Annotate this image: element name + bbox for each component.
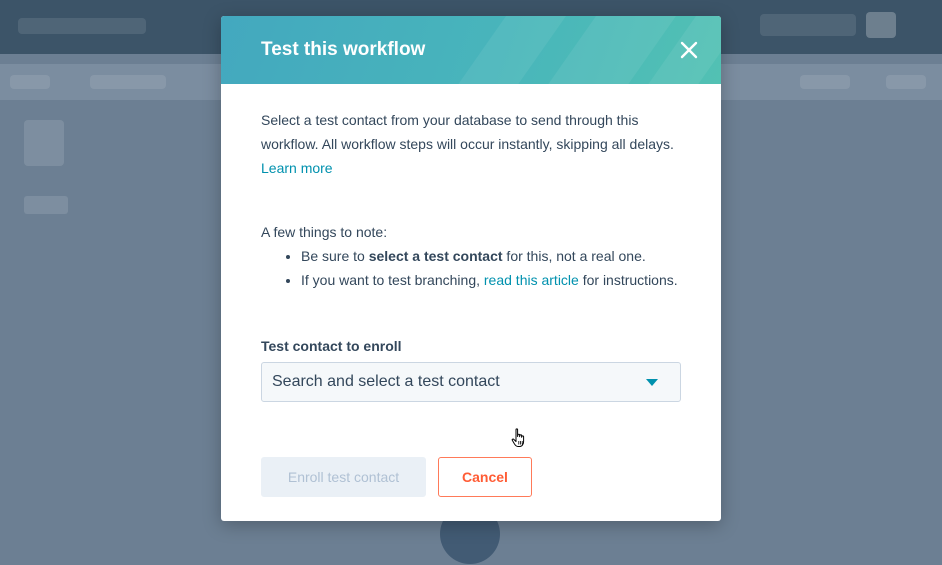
- note-item-test-contact: Be sure to select a test contact for thi…: [301, 244, 681, 268]
- background-chip: [24, 196, 68, 214]
- note-text: for this, not a real one.: [502, 248, 646, 264]
- background-toolbar-item: [886, 75, 926, 89]
- modal-header: Test this workflow: [221, 16, 721, 84]
- select-placeholder: Search and select a test contact: [272, 373, 500, 390]
- intro-paragraph: Select a test contact from your database…: [261, 108, 681, 180]
- test-contact-label: Test contact to enroll: [261, 338, 402, 354]
- background-toolbar-item: [10, 75, 50, 89]
- notes-section: A few things to note: Be sure to select …: [261, 220, 681, 292]
- test-workflow-modal: Test this workflow Select a test contact…: [221, 16, 721, 521]
- background-toolbar-item: [800, 75, 850, 89]
- note-emphasis: select a test contact: [368, 248, 503, 264]
- background-avatar: [866, 12, 896, 38]
- note-text: Be sure to: [301, 248, 369, 264]
- test-contact-select[interactable]: Search and select a test contact: [261, 362, 681, 402]
- notes-list: Be sure to select a test contact for thi…: [261, 244, 681, 292]
- read-article-link[interactable]: read this article: [484, 272, 579, 288]
- notes-heading: A few things to note:: [261, 224, 388, 240]
- cancel-button[interactable]: Cancel: [438, 457, 532, 497]
- caret-down-icon: [646, 379, 658, 386]
- close-button[interactable]: [677, 38, 701, 62]
- note-text: If you want to test branching,: [301, 272, 484, 288]
- background-breadcrumb: [18, 18, 146, 34]
- hand-pointer-icon: [511, 428, 525, 447]
- modal-title: Test this workflow: [261, 39, 426, 60]
- background-trigger-card: [24, 120, 64, 166]
- enroll-test-contact-button[interactable]: Enroll test contact: [261, 457, 426, 497]
- modal-actions: Enroll test contact Cancel: [261, 457, 532, 497]
- note-item-branching: If you want to test branching, read this…: [301, 268, 681, 292]
- modal-body: Select a test contact from your database…: [221, 84, 721, 402]
- intro-text: Select a test contact from your database…: [261, 112, 674, 152]
- note-text: for instructions.: [578, 272, 678, 288]
- background-toolbar-item: [90, 75, 166, 89]
- background-status-pill: [760, 14, 856, 36]
- learn-more-link[interactable]: Learn more: [261, 160, 333, 176]
- close-icon: [680, 41, 698, 59]
